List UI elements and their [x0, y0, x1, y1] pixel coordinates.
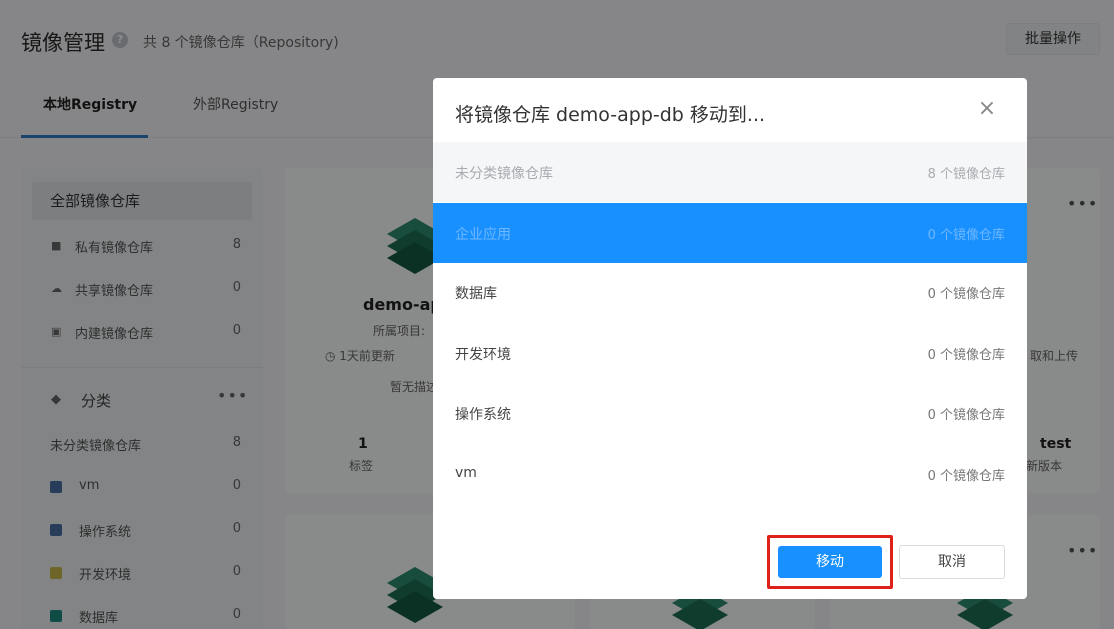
move-option-os[interactable]: 操作系统 0 个镜像仓库 — [433, 383, 1027, 443]
option-label: 未分类镜像仓库 — [455, 166, 553, 182]
option-label: 企业应用 — [455, 227, 511, 243]
option-count: 8 个镜像仓库 — [927, 167, 1005, 182]
move-option-vm[interactable]: vm 0 个镜像仓库 — [433, 444, 1027, 504]
move-option-database[interactable]: 数据库 0 个镜像仓库 — [433, 262, 1027, 322]
modal-title: 将镜像仓库 demo-app-db 移动到... — [455, 104, 766, 126]
option-count: 0 个镜像仓库 — [927, 469, 1005, 484]
option-label: 数据库 — [455, 286, 497, 302]
move-option-dev-env[interactable]: 开发环境 0 个镜像仓库 — [433, 323, 1027, 383]
move-button[interactable]: 移动 — [778, 546, 882, 578]
option-count: 0 个镜像仓库 — [927, 287, 1005, 302]
move-repo-modal: 将镜像仓库 demo-app-db 移动到... × 未分类镜像仓库 8 个镜像… — [433, 78, 1027, 599]
option-count: 0 个镜像仓库 — [927, 348, 1005, 363]
close-icon[interactable]: × — [977, 98, 997, 120]
option-count: 0 个镜像仓库 — [927, 228, 1005, 243]
option-label: 操作系统 — [455, 407, 511, 423]
option-count: 0 个镜像仓库 — [927, 408, 1005, 423]
move-option-uncategorized: 未分类镜像仓库 8 个镜像仓库 — [433, 142, 1027, 202]
move-option-enterprise-apps[interactable]: 企业应用 0 个镜像仓库 — [433, 203, 1027, 263]
option-label: vm — [455, 465, 477, 481]
option-label: 开发环境 — [455, 347, 511, 363]
cancel-button[interactable]: 取消 — [899, 545, 1005, 579]
